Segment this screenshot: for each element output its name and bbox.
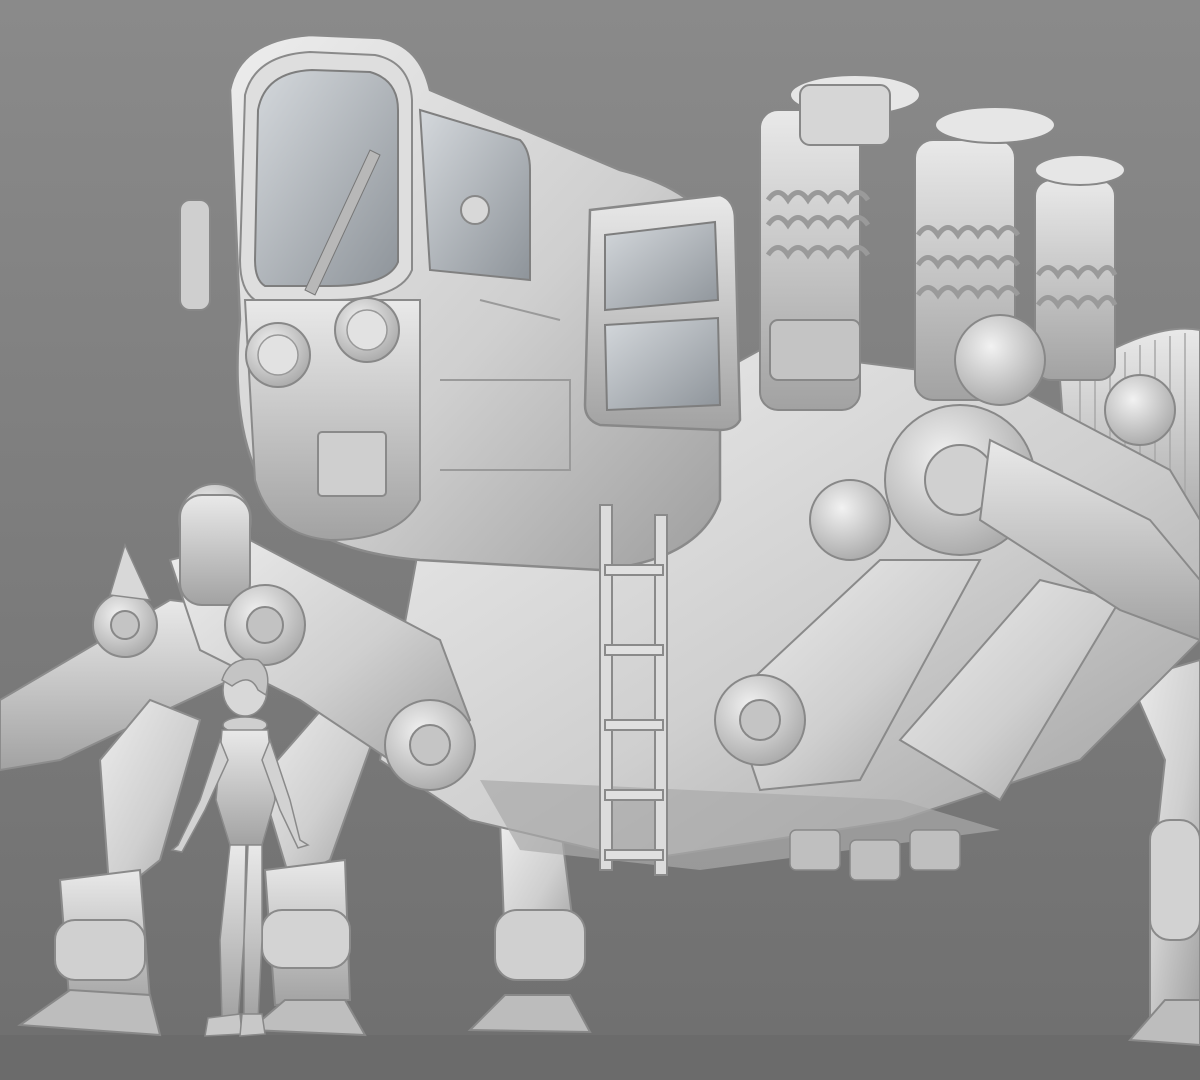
floor	[0, 1035, 1200, 1080]
headlight-left	[245, 322, 311, 388]
render-illustration	[0, 0, 1200, 1080]
cabin-door	[583, 193, 742, 432]
headlight-right	[334, 297, 400, 363]
render-canvas	[0, 0, 1200, 1080]
exhaust-stack-3	[1034, 154, 1126, 381]
front-hatch	[317, 431, 387, 497]
